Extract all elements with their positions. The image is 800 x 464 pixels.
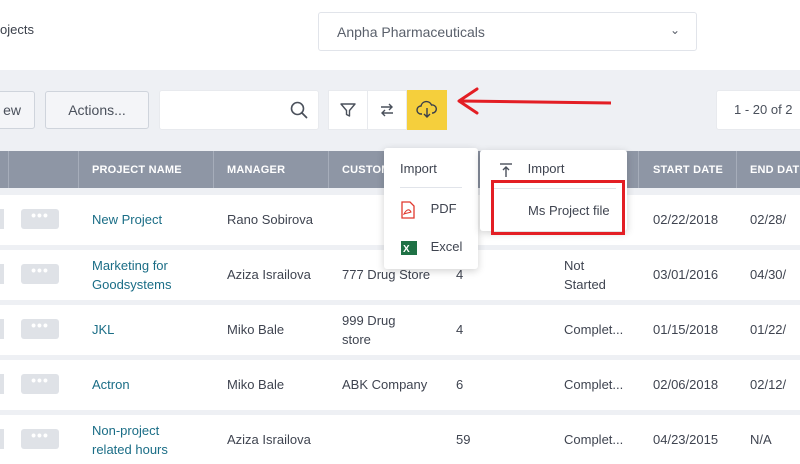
project-name-link[interactable]: New Project	[92, 210, 162, 229]
end-date-cell: 01/22/	[750, 322, 787, 337]
search-box	[159, 90, 319, 130]
table-row[interactable]: ••• JKL Miko Bale 999 Drug store 4 Compl…	[0, 305, 800, 355]
customer-cell: 999 Drug store	[342, 313, 396, 347]
menu-item-import[interactable]: Import	[400, 161, 437, 176]
filter-icon	[340, 103, 356, 117]
end-date-cell: 04/30/	[750, 267, 787, 282]
count-cell: 6	[456, 377, 464, 392]
row-checkbox-stub	[0, 429, 4, 449]
excel-file-icon: X	[401, 241, 417, 255]
table-row[interactable]: ••• Non-project related hours Aziza Isra…	[0, 415, 800, 464]
swap-button[interactable]	[367, 90, 407, 130]
row-menu-button[interactable]: •••	[21, 208, 59, 229]
actions-button[interactable]: Actions...	[45, 91, 149, 129]
manager-cell: Aziza Israilova	[227, 432, 311, 447]
row-menu-button[interactable]: •••	[21, 263, 59, 284]
company-select-value: Anpha Pharmaceuticals	[337, 24, 485, 40]
col-manager[interactable]: MANAGER	[227, 164, 285, 176]
project-name-link[interactable]: JKL	[92, 320, 114, 339]
count-cell: 4	[456, 322, 464, 337]
start-date-cell: 03/01/2016	[653, 267, 719, 282]
row-menu-button[interactable]: •••	[21, 318, 59, 339]
new-button[interactable]: ew	[0, 91, 35, 129]
count-cell: 59	[456, 432, 471, 447]
swap-arrows-icon	[381, 103, 393, 117]
chevron-down-icon: ⌄	[669, 23, 680, 37]
row-checkbox-stub	[0, 264, 4, 284]
menu-item-pdf[interactable]: PDF	[400, 201, 457, 219]
breadcrumb[interactable]: ojects	[0, 22, 34, 37]
start-date-cell: 04/23/2015	[653, 432, 719, 447]
search-input[interactable]	[168, 99, 278, 121]
start-date-cell: 02/22/2018	[653, 212, 719, 227]
svg-text:X: X	[403, 244, 410, 255]
end-date-cell: 02/12/	[750, 377, 787, 392]
manager-cell: Rano Sobirova	[227, 212, 313, 227]
pagination-info: 1 - 20 of 2	[716, 90, 800, 130]
col-end-date[interactable]: END DAT	[750, 164, 799, 176]
manager-cell: Miko Bale	[227, 322, 285, 337]
cloud-download-icon	[416, 100, 437, 118]
row-menu-button[interactable]: •••	[21, 428, 59, 449]
pdf-file-icon	[401, 201, 415, 219]
start-date-cell: 01/15/2018	[653, 322, 719, 337]
table-row[interactable]: ••• Actron Miko Bale ABK Company 6 Compl…	[0, 360, 800, 410]
row-checkbox-stub	[0, 374, 4, 394]
menu-item-excel-label: Excel	[430, 239, 463, 255]
end-date-cell: 02/28/	[750, 212, 787, 227]
status-cell: Complet...	[564, 377, 624, 392]
status-cell: Complet...	[564, 432, 624, 447]
menu-item-import-label: Import	[527, 161, 565, 176]
company-select[interactable]: Anpha Pharmaceuticals ⌄	[318, 12, 697, 51]
menu-item-pdf-label: PDF	[430, 201, 457, 217]
row-checkbox-stub	[0, 319, 4, 339]
col-project-name[interactable]: PROJECT NAME	[92, 164, 182, 176]
top-bar: ojects Anpha Pharmaceuticals ⌄	[0, 0, 800, 70]
red-arrow-icon	[457, 87, 612, 115]
project-name-link[interactable]: Marketing for Goodsystems	[92, 256, 202, 294]
menu-divider	[400, 187, 462, 188]
upload-icon	[500, 162, 512, 177]
customer-cell: ABK Company	[342, 377, 428, 392]
search-icon[interactable]	[290, 101, 308, 124]
project-name-link[interactable]: Non-project related hours	[92, 421, 192, 459]
filter-button[interactable]	[328, 90, 368, 130]
status-cell: Not Started	[564, 258, 606, 292]
annotation-highlight-box	[491, 180, 625, 235]
row-checkbox-stub	[0, 209, 4, 229]
status-cell: Complet...	[564, 322, 624, 337]
menu-item-excel[interactable]: X Excel	[400, 239, 462, 257]
export-menu: Import PDF X Excel	[384, 148, 478, 269]
start-date-cell: 02/06/2018	[653, 377, 719, 392]
new-button-label: ew	[3, 102, 21, 118]
end-date-cell: N/A	[750, 432, 772, 447]
col-start-date[interactable]: START DATE	[653, 164, 723, 176]
row-menu-button[interactable]: •••	[21, 373, 59, 394]
project-name-link[interactable]: Actron	[92, 375, 130, 394]
download-button[interactable]	[407, 90, 447, 130]
manager-cell: Aziza Israilova	[227, 267, 311, 282]
manager-cell: Miko Bale	[227, 377, 285, 392]
menu-item-import[interactable]: Import	[498, 161, 564, 178]
